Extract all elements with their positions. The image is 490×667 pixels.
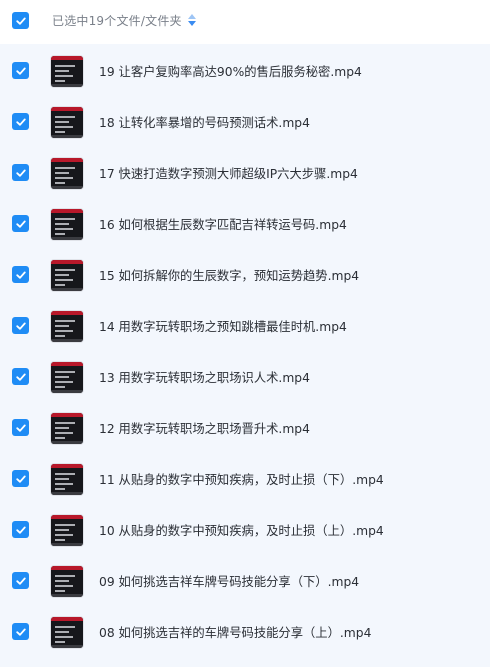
file-name[interactable]: 10 从贴身的数字中预知疾病，及时止损（上）.mp4 [99,504,384,555]
file-row[interactable]: 11 从贴身的数字中预知疾病，及时止损（下）.mp4 [0,453,490,504]
selection-count-label[interactable]: 已选中19个文件/文件夹 [52,0,196,40]
row-checkbox[interactable] [12,572,29,589]
row-checkbox[interactable] [12,113,29,130]
row-checkbox[interactable] [12,215,29,232]
file-list-app: 已选中19个文件/文件夹 19 让客户复购率高达90%的售后服务秘密.mp4 1… [0,0,490,667]
file-name[interactable]: 15 如何拆解你的生辰数字，预知运势趋势.mp4 [99,249,359,300]
video-thumbnail[interactable] [51,464,83,495]
file-name[interactable]: 08 如何挑选吉祥的车牌号码技能分享（上）.mp4 [99,606,371,657]
check-icon [15,118,26,126]
video-thumbnail[interactable] [51,515,83,546]
file-row[interactable]: 17 快速打造数字预测大师超级IP六大步骤.mp4 [0,147,490,198]
check-icon [15,220,26,228]
check-icon [15,373,26,381]
file-row[interactable]: 12 用数字玩转职场之职场晋升术.mp4 [0,402,490,453]
video-thumbnail[interactable] [51,617,83,648]
file-row[interactable]: 08 如何挑选吉祥的车牌号码技能分享（上）.mp4 [0,606,490,657]
check-icon [15,475,26,483]
row-checkbox[interactable] [12,368,29,385]
file-list: 19 让客户复购率高达90%的售后服务秘密.mp4 18 让转化率暴增的号码预测… [0,44,490,667]
file-row[interactable]: 14 用数字玩转职场之预知跳槽最佳时机.mp4 [0,300,490,351]
file-name[interactable]: 14 用数字玩转职场之预知跳槽最佳时机.mp4 [99,300,347,351]
row-checkbox[interactable] [12,521,29,538]
selection-count-text: 已选中19个文件/文件夹 [52,13,182,28]
row-checkbox[interactable] [12,317,29,334]
row-checkbox[interactable] [12,266,29,283]
video-thumbnail[interactable] [51,311,83,342]
check-icon [15,628,26,636]
file-row[interactable]: 10 从贴身的数字中预知疾病，及时止损（上）.mp4 [0,504,490,555]
video-thumbnail[interactable] [51,566,83,597]
check-icon [15,169,26,177]
video-thumbnail[interactable] [51,362,83,393]
video-thumbnail[interactable] [51,56,83,87]
check-icon [15,17,26,25]
video-thumbnail[interactable] [51,209,83,240]
check-icon [15,322,26,330]
file-row[interactable]: 09 如何挑选吉祥车牌号码技能分享（下）.mp4 [0,555,490,606]
selection-header: 已选中19个文件/文件夹 [0,0,490,44]
row-checkbox[interactable] [12,62,29,79]
file-name[interactable]: 19 让客户复购率高达90%的售后服务秘密.mp4 [99,45,362,96]
check-icon [15,271,26,279]
file-name[interactable]: 17 快速打造数字预测大师超级IP六大步骤.mp4 [99,147,358,198]
file-name[interactable]: 12 用数字玩转职场之职场晋升术.mp4 [99,402,310,453]
file-name[interactable]: 18 让转化率暴增的号码预测话术.mp4 [99,96,310,147]
row-checkbox[interactable] [12,419,29,436]
file-name[interactable]: 11 从贴身的数字中预知疾病，及时止损（下）.mp4 [99,453,384,504]
file-row[interactable]: 13 用数字玩转职场之职场识人术.mp4 [0,351,490,402]
video-thumbnail[interactable] [51,158,83,189]
row-checkbox[interactable] [12,164,29,181]
video-thumbnail[interactable] [51,413,83,444]
check-icon [15,424,26,432]
check-icon [15,526,26,534]
file-name[interactable]: 16 如何根据生辰数字匹配吉祥转运号码.mp4 [99,198,347,249]
file-name[interactable]: 13 用数字玩转职场之职场识人术.mp4 [99,351,310,402]
file-row[interactable]: 19 让客户复购率高达90%的售后服务秘密.mp4 [0,45,490,96]
video-thumbnail[interactable] [51,260,83,291]
sort-icon[interactable] [187,14,196,26]
check-icon [15,577,26,585]
check-icon [15,67,26,75]
select-all-checkbox[interactable] [12,12,29,29]
row-checkbox[interactable] [12,470,29,487]
file-row[interactable]: 15 如何拆解你的生辰数字，预知运势趋势.mp4 [0,249,490,300]
file-name[interactable]: 09 如何挑选吉祥车牌号码技能分享（下）.mp4 [99,555,359,606]
file-row[interactable]: 18 让转化率暴增的号码预测话术.mp4 [0,96,490,147]
row-checkbox[interactable] [12,623,29,640]
video-thumbnail[interactable] [51,107,83,138]
file-row[interactable]: 16 如何根据生辰数字匹配吉祥转运号码.mp4 [0,198,490,249]
